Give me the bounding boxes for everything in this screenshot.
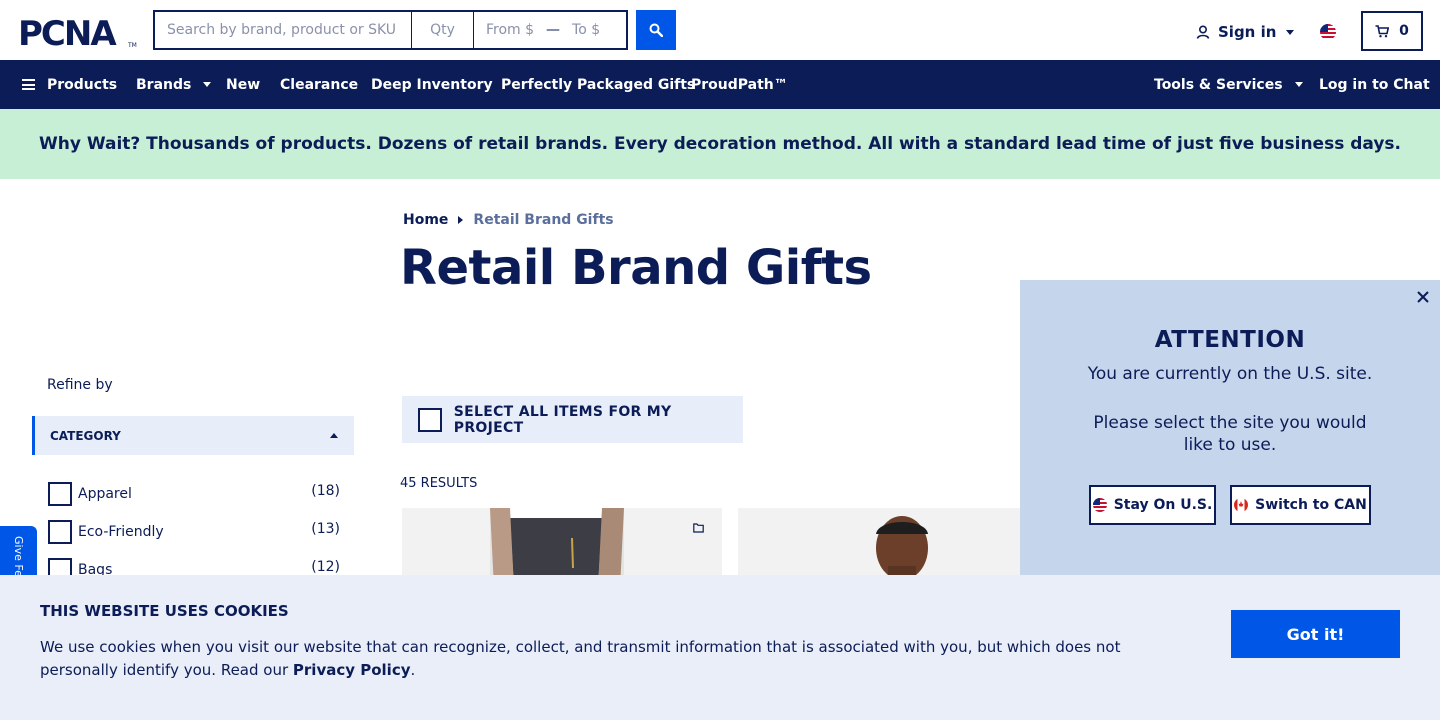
us-flag-icon[interactable] <box>1320 24 1336 40</box>
pcna-logo[interactable]: PCNA TM <box>18 14 138 50</box>
price-to-field[interactable]: To $ <box>572 22 600 38</box>
nav-products[interactable]: Products <box>22 60 117 109</box>
category-count: (13) <box>311 521 340 537</box>
breadcrumb: Home Retail Brand Gifts <box>403 212 614 228</box>
breadcrumb-current: Retail Brand Gifts <box>473 212 614 228</box>
nav-deep-inventory[interactable]: Deep Inventory <box>371 60 493 109</box>
search-input[interactable] <box>155 12 412 48</box>
modal-message: You are currently on the U.S. site. <box>1087 364 1373 384</box>
nav-proudpath-label: ProudPath™ <box>691 76 788 93</box>
chevron-up-icon <box>330 433 338 438</box>
nav-tools-services[interactable]: Tools & Services <box>1154 60 1303 109</box>
stay-on-us-button[interactable]: Stay On U.S. <box>1089 485 1216 525</box>
search-button[interactable] <box>636 10 676 50</box>
category-filter-item[interactable]: Apparel (18) <box>48 481 340 507</box>
search-bar: From $ — To $ <box>153 10 628 50</box>
nav-log-in-to-chat[interactable]: Log in to Chat <box>1319 60 1430 109</box>
cookie-banner: THIS WEBSITE USES COOKIES We use cookies… <box>0 575 1440 720</box>
switch-to-can-label: Switch to CAN <box>1255 497 1367 513</box>
nav-products-label: Products <box>47 76 118 93</box>
promo-banner-text: Why Wait? Thousands of products. Dozens … <box>38 134 1402 154</box>
chevron-down-icon <box>203 82 212 87</box>
nav-brands-label: Brands <box>136 76 192 93</box>
checkbox[interactable] <box>48 520 72 544</box>
category-filter-item[interactable]: Eco-Friendly (13) <box>48 519 340 545</box>
nav-clearance[interactable]: Clearance <box>280 60 358 109</box>
category-label: Apparel <box>78 486 132 502</box>
nav-deep-inventory-label: Deep Inventory <box>371 76 493 93</box>
logo-text: PCNA <box>18 14 117 50</box>
site-selector-modal: ATTENTION You are currently on the U.S. … <box>1020 280 1440 580</box>
nav-tools-services-label: Tools & Services <box>1154 76 1283 93</box>
modal-prompt: Please select the site you would like to… <box>1093 413 1367 455</box>
results-count: 45 RESULTS <box>400 476 478 491</box>
user-icon <box>1196 25 1210 39</box>
cart-count: 0 <box>1399 23 1409 39</box>
modal-title: ATTENTION <box>1154 327 1306 353</box>
category-count: (18) <box>311 483 340 499</box>
chevron-right-icon <box>458 216 464 224</box>
category-filter-header[interactable]: CATEGORY <box>32 416 354 455</box>
chevron-down-icon <box>1294 82 1303 87</box>
cart-button[interactable]: 0 <box>1361 11 1423 51</box>
select-all-label: SELECT ALL ITEMS FOR MY PROJECT <box>453 403 672 436</box>
close-icon[interactable] <box>1416 290 1430 304</box>
sign-in-label: Sign in <box>1218 23 1277 41</box>
page-title: Retail Brand Gifts <box>400 240 872 296</box>
sign-in-menu[interactable]: Sign in <box>1196 20 1295 44</box>
select-all-toggle[interactable]: SELECT ALL ITEMS FOR MY PROJECT <box>402 396 743 443</box>
hamburger-icon <box>22 79 35 90</box>
select-all-checkbox[interactable] <box>418 407 442 432</box>
price-range[interactable]: From $ — To $ <box>474 12 626 48</box>
search-icon <box>649 23 663 37</box>
nav-chat-label: Log in to Chat <box>1319 76 1430 93</box>
folder-icon[interactable] <box>693 523 704 533</box>
nav-clearance-label: Clearance <box>280 76 359 93</box>
got-it-button[interactable]: Got it! <box>1231 610 1400 658</box>
cart-icon <box>1375 24 1390 37</box>
main-nav: Products Brands New Clearance Deep Inven… <box>0 60 1440 109</box>
nav-perfectly-packaged-label: Perfectly Packaged Gifts <box>501 76 696 93</box>
canada-flag-icon <box>1234 498 1249 512</box>
nav-brands[interactable]: Brands <box>136 60 212 109</box>
privacy-policy-link[interactable]: Privacy Policy <box>293 661 411 679</box>
qty-input[interactable] <box>412 12 474 48</box>
nav-proudpath[interactable]: ProudPath™ <box>691 60 788 109</box>
category-header-label: CATEGORY <box>50 428 121 443</box>
checkbox[interactable] <box>48 482 72 506</box>
us-flag-icon <box>1092 498 1107 512</box>
svg-text:TM: TM <box>127 42 137 49</box>
stay-on-us-label: Stay On U.S. <box>1113 497 1213 513</box>
site-header: PCNA TM From $ — To $ Sign in <box>0 0 1440 60</box>
switch-to-can-button[interactable]: Switch to CAN <box>1230 485 1371 525</box>
cookie-text: We use cookies when you visit our websit… <box>40 636 1150 682</box>
nav-new-label: New <box>226 76 261 93</box>
refine-label: Refine by <box>47 377 113 393</box>
promo-banner: Why Wait? Thousands of products. Dozens … <box>0 109 1440 179</box>
chevron-down-icon <box>1286 29 1295 35</box>
cookie-title: THIS WEBSITE USES COOKIES <box>40 602 289 620</box>
cookie-text-end: . <box>410 661 416 679</box>
category-label: Eco-Friendly <box>78 524 164 540</box>
nav-perfectly-packaged-gifts[interactable]: Perfectly Packaged Gifts <box>501 60 695 109</box>
price-dash: — <box>546 22 561 38</box>
category-count: (12) <box>311 559 340 575</box>
nav-new[interactable]: New <box>226 60 260 109</box>
breadcrumb-home[interactable]: Home <box>403 212 448 228</box>
price-from-field[interactable]: From $ <box>486 22 534 38</box>
cookie-body: We use cookies when you visit our websit… <box>40 638 1121 679</box>
